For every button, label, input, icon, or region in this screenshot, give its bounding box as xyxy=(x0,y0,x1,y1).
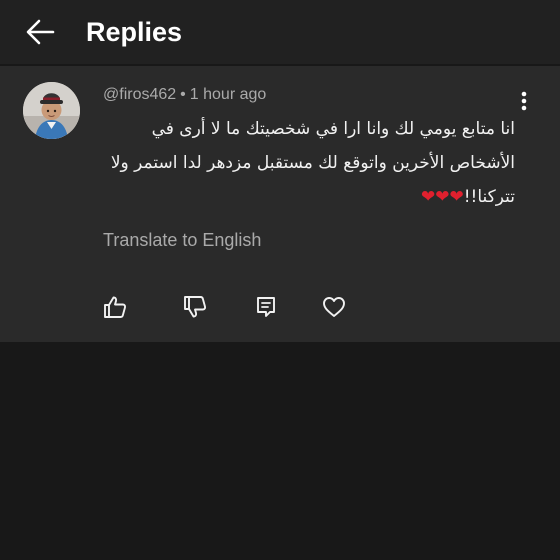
thumbs-up-icon xyxy=(104,296,127,318)
back-button[interactable] xyxy=(22,14,58,50)
comment-line: انا متابع يومي لك وانا ارا في شخصيتك ما … xyxy=(151,119,515,139)
replies-screen: Replies @firos462 • 1 hour ago انا متابع… xyxy=(0,0,560,560)
user-avatar-icon xyxy=(23,82,80,139)
comment-card: @firos462 • 1 hour ago انا متابع يومي لك و… xyxy=(0,66,560,342)
comment-meta: @firos462 • 1 hour ago xyxy=(103,85,266,105)
more-vertical-icon xyxy=(521,91,527,111)
comment-line-text: تتركنا!! xyxy=(463,187,515,207)
heart-icon xyxy=(323,297,345,317)
arrow-left-icon xyxy=(26,19,55,45)
comment-line: تتركنا!!❤❤❤ xyxy=(103,180,515,214)
reply-button[interactable] xyxy=(253,294,279,320)
comment-time: 1 hour ago xyxy=(189,86,267,103)
avatar[interactable] xyxy=(23,82,80,139)
reply-icon xyxy=(257,297,275,317)
top-app-bar: Replies xyxy=(0,0,560,64)
comment-line: الأشخاص الأخرين واتوقع لك مستقبل مزدهر ل… xyxy=(110,153,515,173)
comment-text: انا متابع يومي لك وانا ارا في شخصيتك ما … xyxy=(103,112,515,214)
dislike-button[interactable] xyxy=(182,294,208,320)
like-button[interactable] xyxy=(102,294,128,320)
translate-button[interactable]: Translate to English xyxy=(103,228,261,252)
thumbs-down-icon xyxy=(184,296,207,318)
more-options-button[interactable] xyxy=(510,87,538,115)
comment-author[interactable]: @firos462 xyxy=(103,86,176,103)
heart-emoji: ❤❤❤ xyxy=(420,187,464,207)
meta-separator: • xyxy=(180,86,186,103)
heart-button[interactable] xyxy=(321,294,347,320)
page-title: Replies xyxy=(86,17,183,47)
